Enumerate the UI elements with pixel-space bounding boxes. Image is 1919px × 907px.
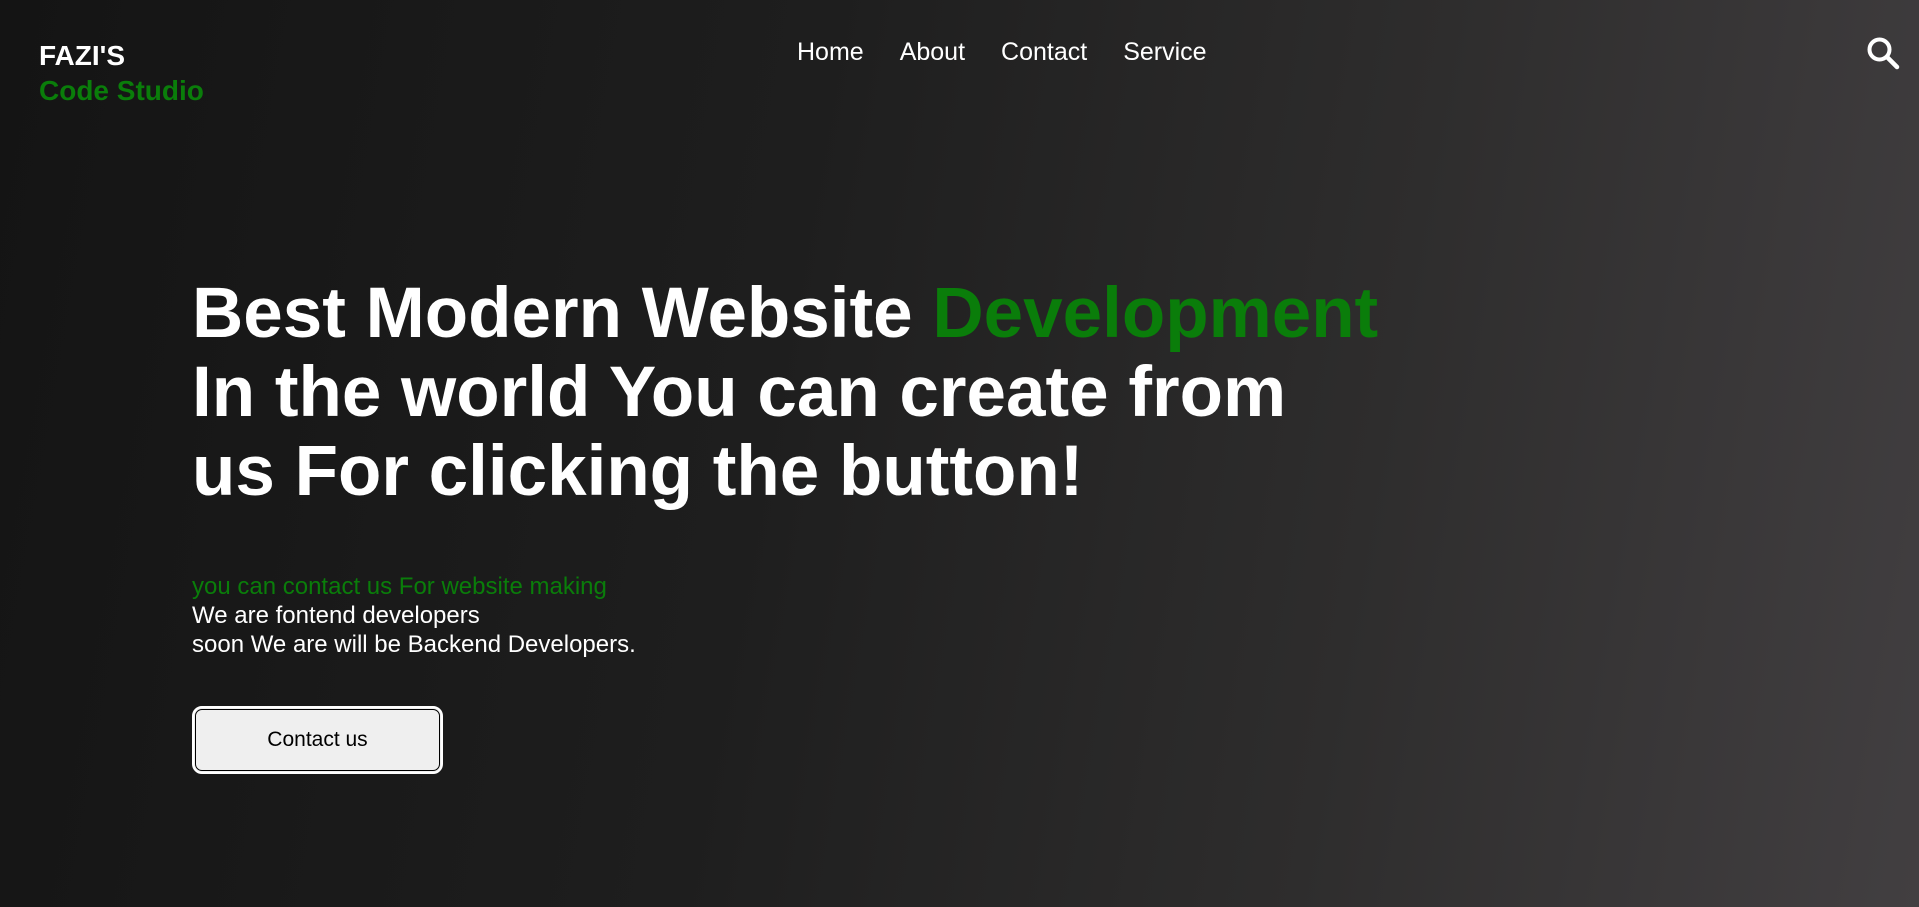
- hero-headline: Best Modern Website Development In the w…: [192, 274, 1392, 511]
- logo: FAZI'S Code Studio: [39, 38, 204, 108]
- description-line-1: you can contact us For website making: [192, 573, 607, 600]
- nav-item-contact[interactable]: Contact: [1001, 36, 1087, 68]
- headline-part-1: Best Modern Website: [192, 274, 933, 353]
- description-line-3: soon We are will be Backend Developers.: [192, 631, 636, 658]
- contact-us-button[interactable]: Contact us: [192, 706, 443, 774]
- logo-line-2: Code Studio: [39, 75, 204, 106]
- description-line-2: We are fontend developers: [192, 602, 480, 629]
- hero-description: you can contact us For website making We…: [192, 572, 636, 659]
- hero: Best Modern Website Development In the w…: [192, 274, 1392, 511]
- main-nav: Home About Contact Service: [797, 36, 1243, 68]
- nav-item-home[interactable]: Home: [797, 36, 864, 68]
- nav-item-service[interactable]: Service: [1123, 36, 1206, 68]
- search-icon[interactable]: [1865, 35, 1901, 71]
- headline-part-2: In the world You can create from: [192, 353, 1287, 432]
- nav-item-about[interactable]: About: [900, 36, 965, 68]
- headline-accent: Development: [932, 274, 1379, 353]
- logo-line-1: FAZI'S: [39, 40, 125, 71]
- headline-part-3: us For clicking the button!: [192, 432, 1084, 511]
